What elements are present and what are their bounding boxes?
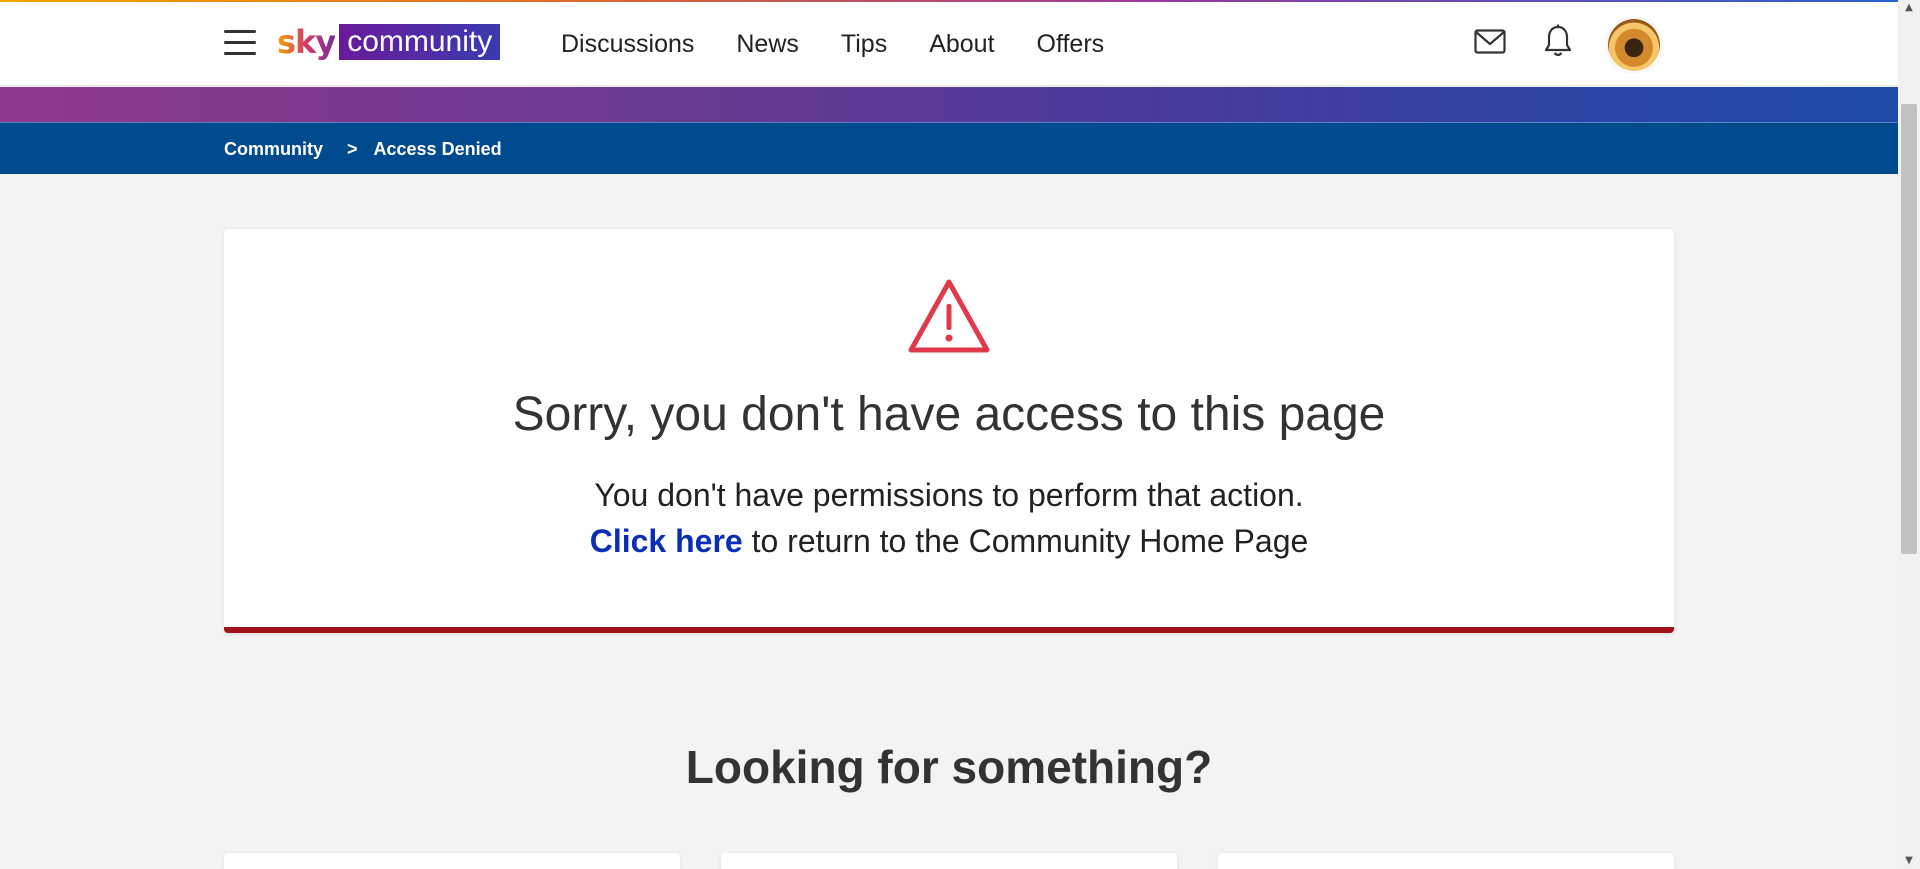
bell-icon[interactable]	[1543, 24, 1573, 58]
suggestion-card[interactable]	[1218, 853, 1674, 869]
sky-community-logo[interactable]: sky community	[277, 23, 501, 61]
breadcrumb-current: Access Denied	[373, 138, 502, 159]
logo-community-text: community	[339, 24, 501, 60]
permission-message: You don't have permissions to perform th…	[594, 477, 1304, 513]
access-denied-card: Sorry, you don't have access to this pag…	[224, 229, 1674, 633]
site-header: sky community Discussions News Tips Abou…	[0, 2, 1898, 86]
nav-tips[interactable]: Tips	[841, 26, 887, 62]
nav-offers[interactable]: Offers	[1037, 26, 1105, 62]
avatar[interactable]	[1606, 17, 1662, 73]
scroll-down-icon[interactable]: ▼	[1898, 853, 1920, 869]
breadcrumb-community[interactable]: Community	[224, 139, 323, 160]
mail-icon[interactable]	[1474, 28, 1506, 56]
looking-for-something-heading: Looking for something?	[685, 741, 1213, 793]
logo-sky-text: sky	[277, 23, 336, 61]
nav-about[interactable]: About	[929, 26, 994, 62]
scroll-thumb[interactable]	[1901, 104, 1917, 554]
breadcrumb-separator: >	[347, 138, 358, 159]
page-title: Sorry, you don't have access to this pag…	[512, 388, 1386, 441]
click-here-link[interactable]: Click here	[590, 523, 743, 559]
return-line: Click here to return to the Community Ho…	[224, 523, 1674, 560]
main-nav: Discussions News Tips About Offers	[561, 26, 1146, 62]
suggestion-card[interactable]	[721, 853, 1177, 869]
nav-news[interactable]: News	[736, 26, 799, 62]
scroll-up-icon[interactable]: ▲	[1898, 0, 1920, 16]
hamburger-menu-icon[interactable]	[224, 30, 256, 56]
warning-triangle-icon	[908, 279, 990, 353]
return-text: to return to the Community Home Page	[742, 523, 1309, 559]
breadcrumb-bar: Community > Access Denied	[0, 122, 1898, 174]
header-gradient-band	[0, 87, 1898, 122]
nav-discussions[interactable]: Discussions	[561, 26, 694, 62]
suggestion-card[interactable]	[224, 853, 680, 869]
breadcrumb: Community > Access Denied	[224, 123, 502, 175]
page-scrollbar[interactable]: ▲ ▼	[1898, 0, 1920, 869]
